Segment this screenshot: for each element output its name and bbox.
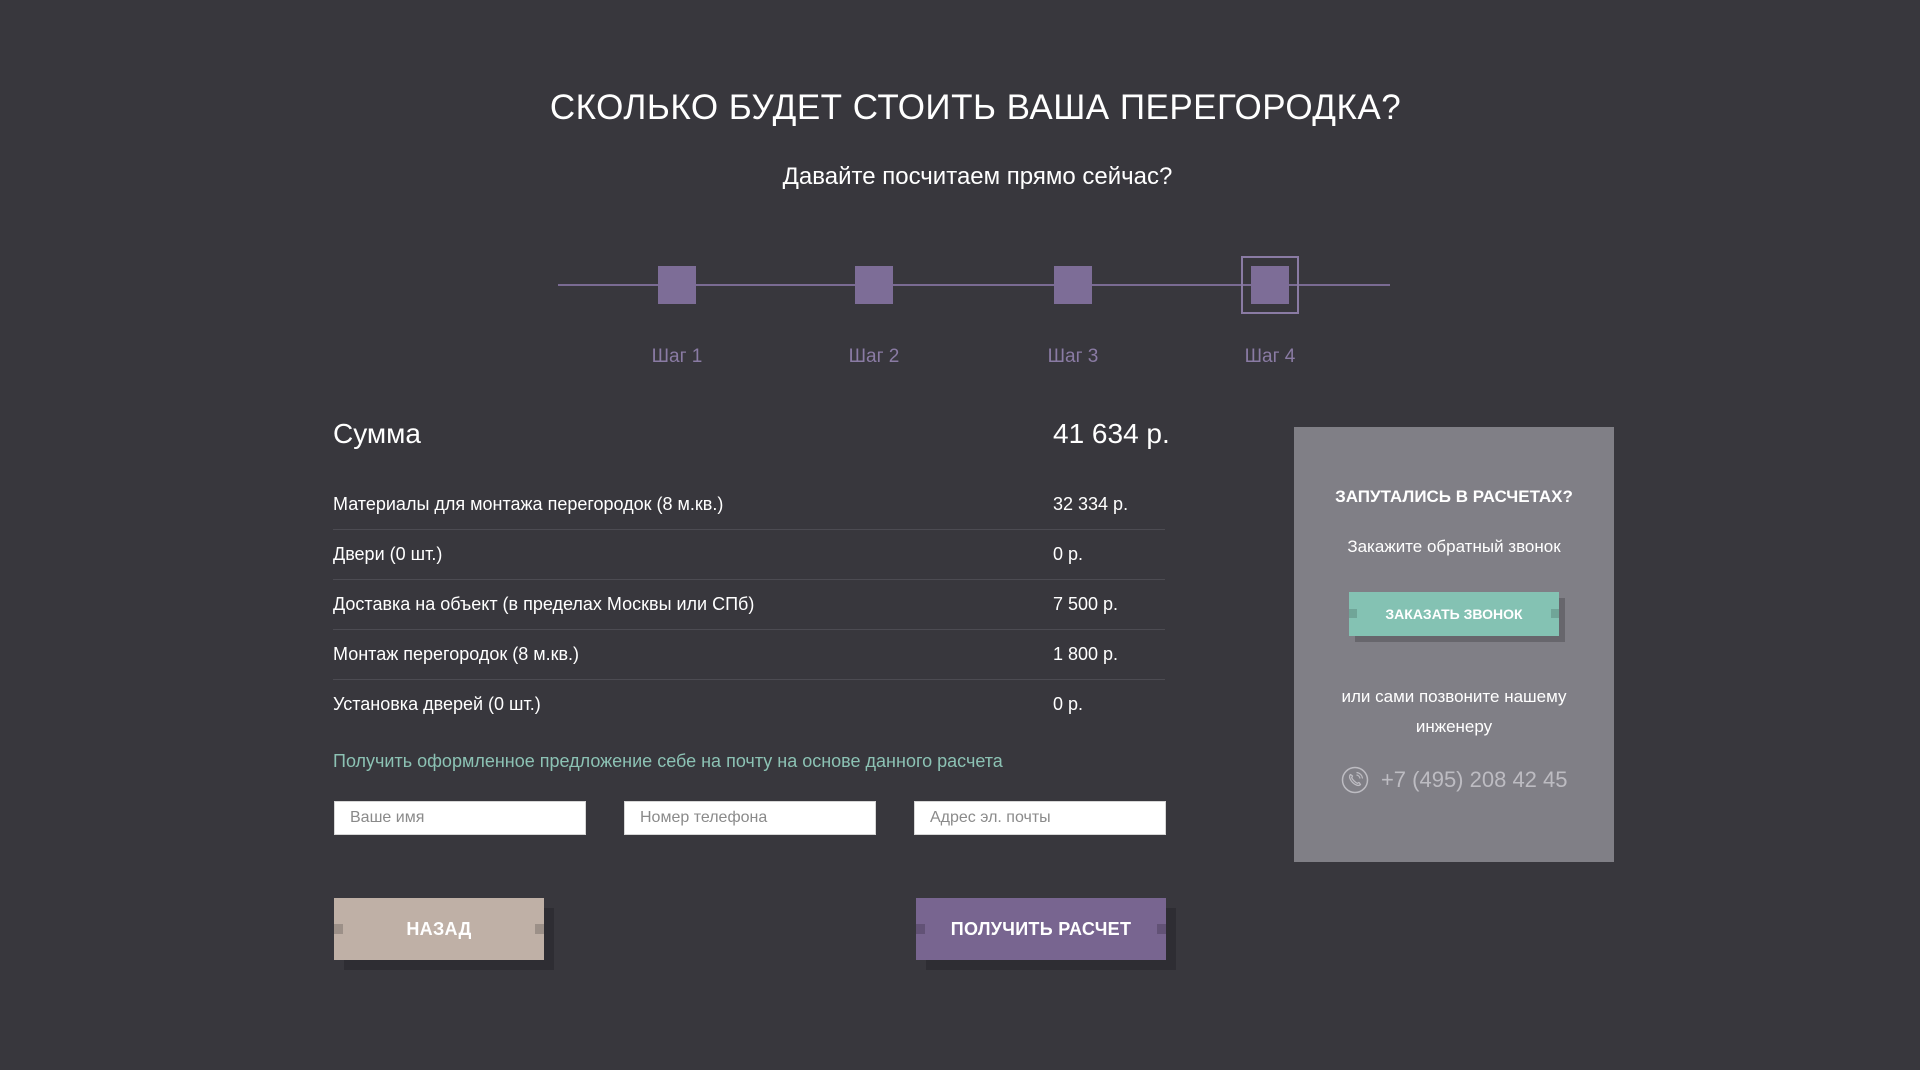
- cost-row: Двери (0 шт.) 0 р.: [333, 530, 1165, 580]
- name-field[interactable]: [334, 801, 586, 835]
- cost-row: Установка дверей (0 шт.) 0 р.: [333, 680, 1165, 730]
- cost-row: Материалы для монтажа перегородок (8 м.к…: [333, 480, 1165, 530]
- page-title: СКОЛЬКО БУДЕТ СТОИТЬ ВАША ПЕРЕГОРОДКА?: [549, 88, 1402, 127]
- step-3-marker[interactable]: [1054, 266, 1092, 304]
- cost-row: Монтаж перегородок (8 м.кв.) 1 800 р.: [333, 630, 1165, 680]
- phone-icon: [1341, 766, 1369, 794]
- step-3-label[interactable]: Шаг 3: [1023, 346, 1123, 368]
- cost-value: 32 334 р.: [1053, 494, 1129, 514]
- stepper: Шаг 1 Шаг 2 Шаг 3 Шаг 4: [558, 255, 1390, 375]
- step-1-label[interactable]: Шаг 1: [627, 346, 727, 368]
- cost-value: 0 р.: [1053, 544, 1084, 564]
- email-offer-link[interactable]: Получить оформленное предложение себе на…: [333, 751, 1003, 772]
- cost-breakdown: Материалы для монтажа перегородок (8 м.к…: [333, 480, 1165, 730]
- step-4-marker-active[interactable]: [1241, 256, 1299, 314]
- total-row: Сумма 41 634 р.: [333, 412, 1173, 452]
- cost-value: 0 р.: [1053, 694, 1084, 714]
- cost-value: 7 500 р.: [1053, 594, 1119, 614]
- email-field[interactable]: [914, 801, 1166, 835]
- calculator-page: СКОЛЬКО БУДЕТ СТОИТЬ ВАША ПЕРЕГОРОДКА? Д…: [0, 0, 1920, 1070]
- cost-label: Двери (0 шт.): [333, 544, 443, 564]
- back-button[interactable]: НАЗАД: [334, 898, 544, 960]
- step-4-label[interactable]: Шаг 4: [1220, 346, 1320, 368]
- step-1-marker[interactable]: [658, 266, 696, 304]
- cost-row: Доставка на объект (в пределах Москвы ил…: [333, 580, 1165, 630]
- order-callback-button[interactable]: ЗАКАЗАТЬ ЗВОНОК: [1349, 592, 1559, 636]
- cost-label: Доставка на объект (в пределах Москвы ил…: [333, 594, 755, 614]
- cost-label: Установка дверей (0 шт.): [333, 694, 541, 714]
- cost-label: Материалы для монтажа перегородок (8 м.к…: [333, 494, 724, 514]
- step-2-marker[interactable]: [855, 266, 893, 304]
- help-panel: ЗАПУТАЛИСЬ В РАСЧЕТАХ? Закажите обратный…: [1294, 427, 1614, 862]
- help-subtitle: Закажите обратный звонок: [1347, 537, 1561, 556]
- get-calculation-button[interactable]: ПОЛУЧИТЬ РАСЧЕТ: [916, 898, 1166, 960]
- phone-contact[interactable]: +7 (495) 208 42 45: [1294, 766, 1614, 802]
- help-title: ЗАПУТАЛИСЬ В РАСЧЕТАХ?: [1335, 487, 1573, 506]
- total-value: 41 634 р.: [1053, 418, 1170, 449]
- cost-value: 1 800 р.: [1053, 644, 1119, 664]
- page-subtitle: Давайте посчитаем прямо сейчас?: [782, 163, 1173, 190]
- cost-label: Монтаж перегородок (8 м.кв.): [333, 644, 580, 664]
- step-2-label[interactable]: Шаг 2: [824, 346, 924, 368]
- help-or-text: или сами позвоните нашему инженеру: [1341, 687, 1567, 736]
- phone-number[interactable]: +7 (495) 208 42 45: [1381, 767, 1568, 793]
- total-label: Сумма: [333, 418, 421, 449]
- phone-field[interactable]: [624, 801, 876, 835]
